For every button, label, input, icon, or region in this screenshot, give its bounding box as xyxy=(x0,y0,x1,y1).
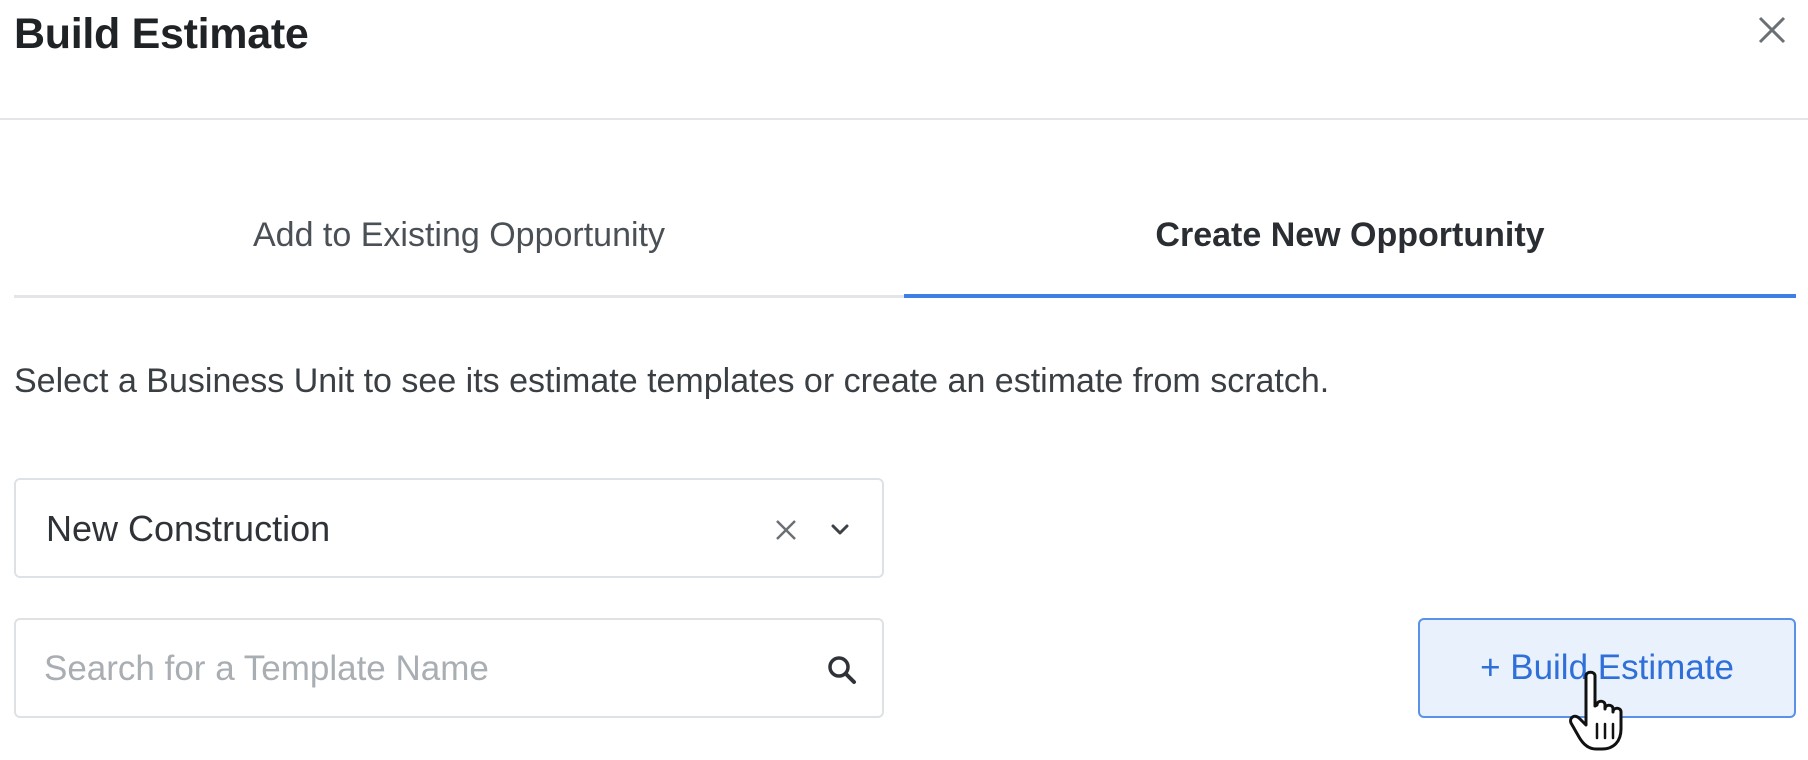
close-icon[interactable] xyxy=(1752,10,1792,50)
tab-add-to-existing-opportunity[interactable]: Add to Existing Opportunity xyxy=(14,192,904,298)
modal-header: Build Estimate xyxy=(0,0,1808,120)
opportunity-tabs: Add to Existing Opportunity Create New O… xyxy=(14,192,1796,298)
tab-create-new-opportunity[interactable]: Create New Opportunity xyxy=(904,192,1796,298)
business-unit-select[interactable]: New Construction xyxy=(14,478,884,578)
clear-icon[interactable] xyxy=(772,516,800,544)
build-estimate-modal: Build Estimate Add to Existing Opportuni… xyxy=(0,0,1808,760)
search-icon[interactable] xyxy=(824,652,860,688)
business-unit-value: New Construction xyxy=(46,508,331,549)
instruction-text: Select a Business Unit to see its estima… xyxy=(14,362,1330,400)
chevron-down-icon[interactable] xyxy=(826,516,854,544)
template-search-box xyxy=(14,618,884,718)
build-estimate-button[interactable]: + Build Estimate xyxy=(1418,618,1796,718)
template-search-input[interactable] xyxy=(44,640,784,698)
modal-title: Build Estimate xyxy=(14,10,309,58)
